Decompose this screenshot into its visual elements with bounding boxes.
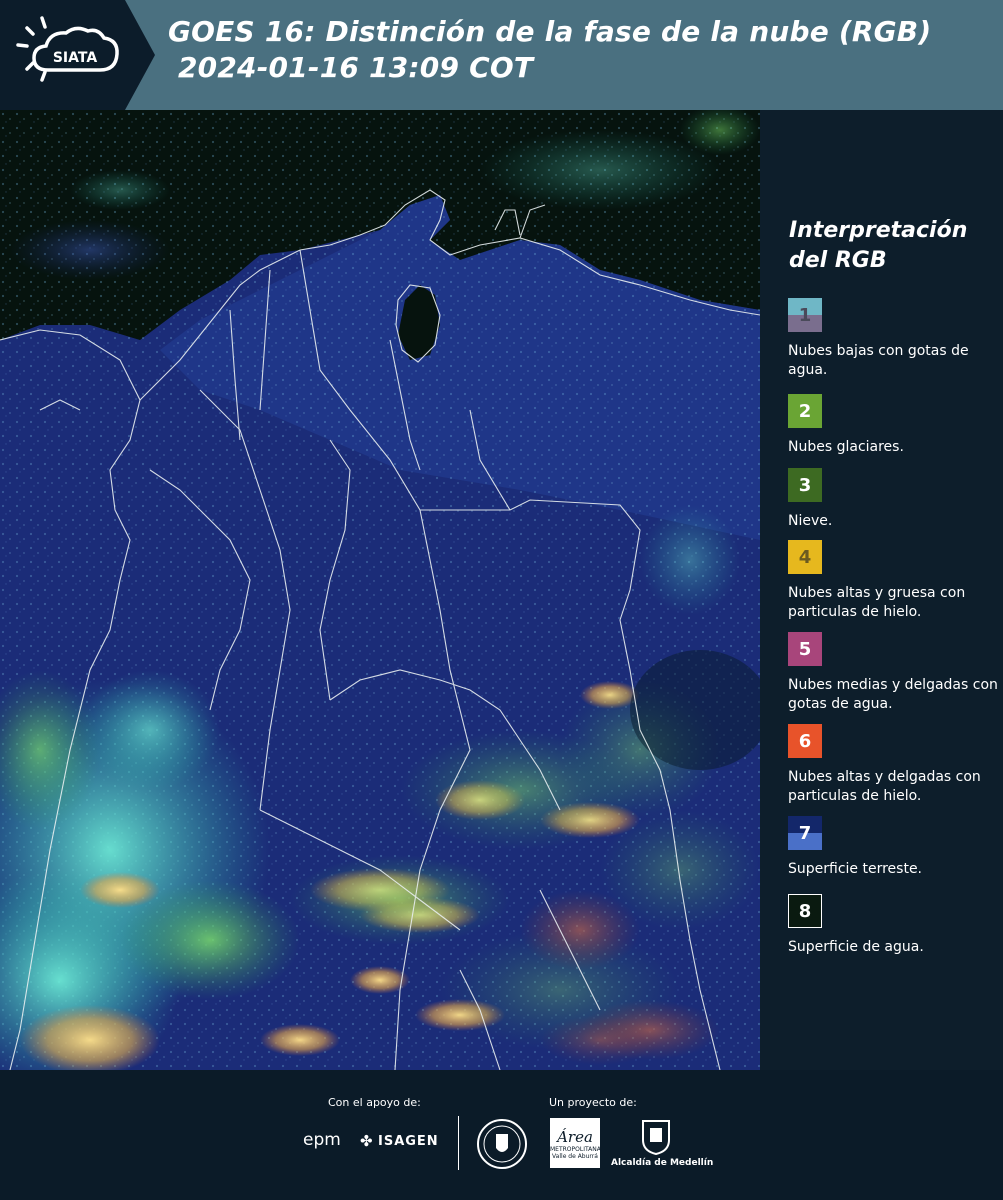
alcaldia-label: Alcaldía de Medellín — [611, 1158, 714, 1168]
siata-logo: SIATA — [0, 0, 155, 110]
legend-item-7: 7 Superficie terreste. — [788, 816, 998, 879]
isagen-logo: ISAGEN — [378, 1134, 439, 1149]
area-logo-text: Área — [557, 1128, 593, 1146]
legend-swatch-5: 5 — [788, 632, 822, 666]
area-logo-sub1: METROPOLITANA — [550, 1146, 601, 1153]
footer: Con el apoyo de: Un proyecto de: epm ✤ I… — [0, 1070, 1003, 1200]
legend-number-2: 2 — [798, 400, 812, 422]
legend-item-2: 2 Nubes glaciares. — [788, 394, 998, 457]
title-line-2: 2024-01-16 13:09 COT — [178, 51, 534, 84]
siata-logo-text: SIATA — [53, 50, 98, 66]
legend-label-1: Nubes bajas con gotas de agua. — [788, 343, 969, 378]
area-logo-sub2: Valle de Aburrá — [552, 1153, 598, 1160]
legend-label-4: Nubes altas y gruesa con particulas de h… — [788, 585, 966, 620]
header-banner: SIATA GOES 16: Distinción de la fase de … — [0, 0, 1003, 110]
isagen-logo-icon: ✤ — [360, 1132, 373, 1150]
satellite-rgb-map — [0, 110, 760, 1070]
legend-swatch-8: 8 — [788, 894, 822, 928]
legend-number-6: 6 — [798, 730, 812, 752]
legend-title: Interpretación del RGB — [789, 218, 968, 273]
support-label: Con el apoyo de: — [328, 1096, 421, 1109]
legend-item-5: 5 Nubes medias y delgadas con gotas de a… — [788, 632, 998, 714]
project-label: Un proyecto de: — [549, 1096, 637, 1109]
seal-logo-icon — [477, 1119, 527, 1169]
legend-swatch-3: 3 — [788, 468, 822, 502]
legend-label-6: Nubes altas y delgadas con particulas de… — [788, 769, 981, 804]
alcaldia-shield-icon — [642, 1120, 670, 1156]
area-metropolitana-logo: Área METROPOLITANA Valle de Aburrá — [550, 1118, 601, 1168]
legend-swatch-2: 2 — [788, 394, 822, 428]
title-line-1: GOES 16: Distinción de la fase de la nub… — [168, 15, 932, 48]
legend-panel: Interpretación del RGB 1 Nubes bajas con… — [760, 110, 1003, 1070]
legend-swatch-6: 6 — [788, 724, 822, 758]
legend-item-4: 4 Nubes altas y gruesa con particulas de… — [788, 540, 998, 622]
legend-item-3: 3 Nieve. — [788, 468, 998, 531]
legend-number-4: 4 — [798, 546, 812, 568]
legend-number-1: 1 — [798, 304, 812, 326]
legend-label-8: Superficie de agua. — [788, 939, 924, 955]
legend-item-8: 8 Superficie de agua. — [788, 894, 998, 957]
legend-number-5: 5 — [798, 638, 812, 660]
legend-number-7: 7 — [798, 822, 812, 844]
legend-number-8: 8 — [798, 900, 812, 922]
legend-label-5: Nubes medias y delgadas con gotas de agu… — [788, 677, 998, 712]
legend-swatch-1: 1 — [788, 298, 822, 332]
page-title: GOES 16: Distinción de la fase de la nub… — [168, 14, 988, 86]
legend-label-2: Nubes glaciares. — [788, 439, 904, 455]
footer-divider — [458, 1116, 459, 1170]
legend-number-3: 3 — [798, 474, 812, 496]
legend-label-7: Superficie terreste. — [788, 861, 923, 877]
legend-swatch-7: 7 — [788, 816, 822, 850]
legend-swatch-4: 4 — [788, 540, 822, 574]
legend-item-6: 6 Nubes altas y delgadas con particulas … — [788, 724, 998, 806]
legend-label-3: Nieve. — [788, 513, 833, 529]
epm-logo: epm — [303, 1130, 341, 1150]
legend-item-1: 1 Nubes bajas con gotas de agua. — [788, 298, 998, 380]
